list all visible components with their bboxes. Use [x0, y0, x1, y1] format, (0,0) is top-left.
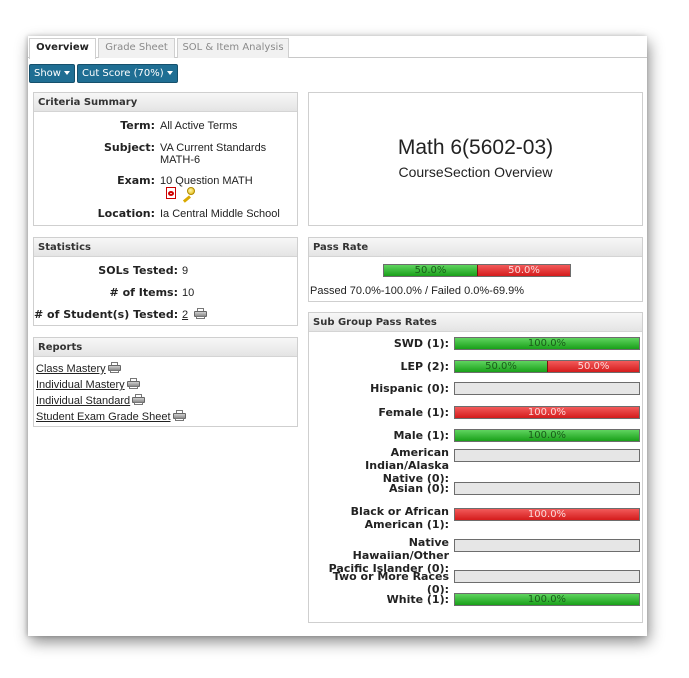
chevron-down-icon: [63, 71, 70, 75]
students-tested-value: 2: [182, 308, 207, 321]
key-icon[interactable]: [181, 187, 195, 203]
app-frame: Overview Grade Sheet SOL & Item Analysis…: [28, 36, 647, 636]
students-tested-link[interactable]: 2: [182, 309, 188, 321]
sols-tested-label: SOLs Tested:: [98, 264, 178, 277]
tab-overview[interactable]: Overview: [29, 38, 96, 59]
sub-group-label-line: American Indian/Alaska: [365, 446, 449, 472]
pass-rate-bar: 50.0% 50.0%: [383, 264, 571, 277]
sub-group-label: SWD (1):: [309, 337, 449, 350]
printer-icon[interactable]: [126, 378, 140, 389]
sub-group-label: Male (1):: [309, 429, 449, 442]
location-label: Location:: [97, 207, 155, 220]
sub-group-bar: 100.0%: [454, 337, 640, 350]
reports-panel: Reports Class Mastery Individual Mastery…: [33, 337, 298, 427]
sub-group-pass-rates-panel: Sub Group Pass Rates SWD (1): 100.0% LEP (…: [308, 312, 643, 623]
pass-rate-header: Pass Rate: [309, 238, 642, 257]
sols-tested-value: 9: [182, 265, 189, 277]
course-overview-panel: Math 6(5602-03) CourseSection Overview: [308, 92, 643, 226]
sub-group-label: Asian (0):: [309, 482, 449, 495]
sub-group-bar: [454, 539, 640, 552]
sub-group-fail-segment: 100.0%: [455, 407, 639, 418]
tab-sol-item-analysis[interactable]: SOL & Item Analysis: [177, 38, 289, 58]
sub-group-pass-segment: 100.0%: [455, 338, 639, 349]
sub-group-label: LEP (2):: [309, 360, 449, 373]
sub-group-pass-segment: 50.0%: [455, 361, 547, 372]
exam-icons: [166, 187, 195, 203]
reports-list: Class Mastery Individual Mastery Individ…: [36, 361, 186, 425]
report-item: Individual Standard: [36, 393, 186, 409]
pass-rate-failed-segment: 50.0%: [477, 265, 570, 276]
printer-icon[interactable]: [193, 308, 207, 319]
sub-group-label-line: White (1):: [386, 593, 449, 606]
page-title: Math 6(5602-03): [397, 136, 554, 159]
statistics-panel: Statistics SOLs Tested: 9 # of Items: 10…: [33, 237, 298, 326]
items-label: # of Items:: [109, 286, 178, 299]
printer-icon[interactable]: [132, 394, 146, 405]
sub-group-label-line: Native Hawaiian/Other: [352, 536, 449, 562]
criteria-summary-panel: Criteria Summary Term: All Active Terms …: [33, 92, 298, 226]
sub-group-bar: 100.0%: [454, 593, 640, 606]
printer-icon[interactable]: [107, 362, 121, 373]
sub-group-label: American Indian/Alaska Native (0):: [309, 446, 449, 485]
sub-group-label-line: Hispanic (0):: [370, 382, 449, 395]
cut-score-button[interactable]: Cut Score (70%): [77, 64, 178, 83]
items-value: 10: [182, 287, 195, 299]
subject-value-line2: MATH-6: [160, 154, 201, 166]
sub-group-bar: [454, 382, 640, 395]
sub-group-label-line: LEP (2):: [400, 360, 449, 373]
pass-rate-passed-segment: 50.0%: [384, 265, 477, 276]
individual-standard-link[interactable]: Individual Standard: [36, 395, 130, 407]
statistics-header: Statistics: [34, 238, 297, 257]
chevron-down-icon: [166, 71, 173, 75]
sub-group-pass-segment: 100.0%: [455, 430, 639, 441]
sub-group-label-line: Male (1):: [393, 429, 449, 442]
reports-header: Reports: [34, 338, 297, 357]
show-button-label: Show: [34, 68, 61, 79]
cut-score-button-label: Cut Score (70%): [82, 68, 164, 79]
sub-group-fail-segment: 50.0%: [547, 361, 639, 372]
exam-value: 10 Question MATH: [160, 175, 253, 187]
criteria-summary-header: Criteria Summary: [34, 93, 297, 112]
pass-rate-panel: Pass Rate 50.0% 50.0% Passed 70.0%-100.0…: [308, 237, 643, 302]
report-item: Class Mastery: [36, 361, 186, 377]
show-button[interactable]: Show: [29, 64, 75, 83]
term-value: All Active Terms: [160, 120, 238, 132]
sub-group-label-line: American (1):: [364, 518, 449, 531]
sub-group-bar: [454, 482, 640, 495]
sub-group-label-line: Black or African: [350, 505, 449, 518]
class-mastery-link[interactable]: Class Mastery: [36, 363, 106, 375]
page-subtitle: CourseSection Overview: [398, 164, 553, 180]
location-value: Ia Central Middle School: [160, 208, 280, 220]
exam-label: Exam:: [117, 174, 155, 187]
term-label: Term:: [120, 119, 155, 132]
sub-group-label: Hispanic (0):: [309, 382, 449, 395]
printer-icon[interactable]: [172, 410, 186, 421]
sub-group-label: White (1):: [309, 593, 449, 606]
students-tested-label: # of Student(s) Tested:: [34, 308, 179, 321]
sub-group-label: Female (1):: [309, 406, 449, 419]
sub-group-bar: 100.0%: [454, 406, 640, 419]
sub-group-label: Black or African American (1):: [309, 505, 449, 531]
report-item: Student Exam Grade Sheet: [36, 409, 186, 425]
tab-bar: Overview Grade Sheet SOL & Item Analysis: [28, 36, 647, 59]
pdf-icon[interactable]: [166, 187, 177, 200]
sub-group-bar: [454, 570, 640, 583]
sub-group-bar: 100.0%: [454, 508, 640, 521]
sub-group-pass-segment: 100.0%: [455, 594, 639, 605]
subject-label: Subject:: [103, 141, 155, 154]
student-exam-grade-sheet-link[interactable]: Student Exam Grade Sheet: [36, 411, 171, 423]
pass-rate-caption: Passed 70.0%-100.0% / Failed 0.0%-69.9%: [310, 285, 525, 297]
sub-group-bar: 50.0% 50.0%: [454, 360, 640, 373]
sub-group-label-line: Female (1):: [378, 406, 449, 419]
sub-group-fail-segment: 100.0%: [455, 509, 639, 520]
individual-mastery-link[interactable]: Individual Mastery: [36, 379, 125, 391]
report-item: Individual Mastery: [36, 377, 186, 393]
tab-grade-sheet[interactable]: Grade Sheet: [98, 38, 175, 58]
sub-group-label-line: SWD (1):: [393, 337, 449, 350]
sub-group-bar: 100.0%: [454, 429, 640, 442]
sub-group-pass-rates-header: Sub Group Pass Rates: [309, 313, 642, 332]
sub-group-label-line: Asian (0):: [388, 482, 449, 495]
sub-group-bar: [454, 449, 640, 462]
